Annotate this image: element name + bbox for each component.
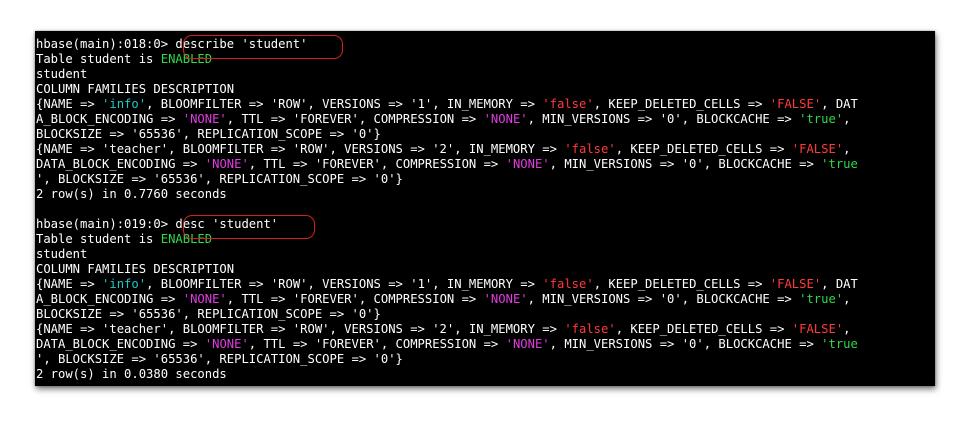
terminal-text-segment: 'false': [564, 142, 616, 156]
terminal-text-segment: {NAME =>: [36, 97, 103, 111]
terminal-line: student: [36, 67, 858, 82]
terminal-line: BLOCKSIZE => '65536', REPLICATION_SCOPE …: [36, 127, 858, 142]
terminal-text-segment: , MIN_VERSIONS => '0', BLOCKCACHE =>: [549, 337, 822, 351]
terminal-text-segment: {NAME => 'teacher', BLOOMFILTER => 'ROW'…: [36, 322, 565, 336]
terminal-text-segment: , BLOOMFILTER => 'ROW', VERSIONS => '1',…: [146, 277, 543, 291]
terminal-text-segment: , DAT: [821, 277, 858, 291]
terminal-line: COLUMN FAMILIES DESCRIPTION: [36, 262, 858, 277]
terminal-text-segment: Table student is: [36, 52, 161, 66]
terminal-text-segment: student: [36, 247, 88, 261]
terminal-line: A_BLOCK_ENCODING => 'NONE', TTL => 'FORE…: [36, 292, 858, 307]
terminal-text-segment: hbase(main):018:0> describe 'student': [36, 37, 308, 51]
terminal-text-segment: , BLOOMFILTER => 'ROW', VERSIONS => '1',…: [146, 97, 543, 111]
terminal-text-segment: DATA_BLOCK_ENCODING =>: [36, 337, 205, 351]
terminal-text-segment: {NAME =>: [36, 277, 103, 291]
terminal-text-segment: 'FALSE': [769, 277, 822, 291]
terminal-line: A_BLOCK_ENCODING => 'NONE', TTL => 'FORE…: [36, 112, 858, 127]
terminal-text-segment: 'info': [102, 277, 147, 291]
terminal-text-segment: {NAME => 'teacher', BLOOMFILTER => 'ROW'…: [36, 142, 565, 156]
terminal-text-segment: hbase(main):019:0> desc 'student': [36, 217, 279, 231]
terminal-text-segment: COLUMN FAMILIES DESCRIPTION: [36, 82, 235, 96]
terminal-text-segment: 'FALSE': [769, 97, 822, 111]
terminal-text-segment: 'NONE': [204, 337, 249, 351]
terminal-text-segment: 'true': [799, 112, 844, 126]
terminal-text-segment: , DAT: [821, 97, 858, 111]
terminal-text-segment: ,: [843, 292, 851, 306]
terminal-line: ', BLOCKSIZE => '65536', REPLICATION_SCO…: [36, 172, 858, 187]
terminal-text-segment: 'NONE': [204, 157, 249, 171]
terminal-text-segment: , KEEP_DELETED_CELLS =>: [615, 142, 792, 156]
terminal-text-segment: ,: [843, 142, 851, 156]
terminal-line: ', BLOCKSIZE => '65536', REPLICATION_SCO…: [36, 352, 858, 367]
terminal-text-segment: 'true': [799, 292, 844, 306]
terminal-line: Table student is ENABLED: [36, 52, 858, 67]
terminal-text-segment: , MIN_VERSIONS => '0', BLOCKCACHE =>: [549, 157, 822, 171]
terminal-window[interactable]: hbase(main):018:0> describe 'student' Tab…: [35, 31, 935, 386]
terminal-text-segment: 2 row(s) in 0.7760 seconds: [36, 187, 227, 201]
terminal-text-segment: 'NONE': [182, 292, 227, 306]
terminal-line: DATA_BLOCK_ENCODING => 'NONE', TTL => 'F…: [36, 337, 858, 352]
terminal-text-segment: , TTL => 'FOREVER', COMPRESSION =>: [248, 337, 506, 351]
terminal-text-segment: student: [36, 67, 88, 81]
terminal-text-segment: ENABLED: [160, 52, 213, 66]
terminal-line: hbase(main):018:0> describe 'student': [36, 37, 858, 52]
terminal-line: student: [36, 247, 858, 262]
terminal-text-segment: 'NONE': [483, 292, 528, 306]
terminal-text-segment: 2 row(s) in 0.0380 seconds: [36, 367, 227, 381]
terminal-text-segment: BLOCKSIZE => '65536', REPLICATION_SCOPE …: [36, 127, 381, 141]
terminal-text-segment: 'NONE': [483, 112, 528, 126]
terminal-line: COLUMN FAMILIES DESCRIPTION: [36, 82, 858, 97]
terminal-text-segment: 'NONE': [505, 157, 550, 171]
terminal-text-segment: 'info': [102, 97, 147, 111]
terminal-line: DATA_BLOCK_ENCODING => 'NONE', TTL => 'F…: [36, 157, 858, 172]
terminal-text-segment: A_BLOCK_ENCODING =>: [36, 112, 183, 126]
terminal-text-segment: BLOCKSIZE => '65536', REPLICATION_SCOPE …: [36, 307, 381, 321]
terminal-output: hbase(main):018:0> describe 'student' Tab…: [36, 37, 858, 382]
terminal-text-segment: DATA_BLOCK_ENCODING =>: [36, 157, 205, 171]
terminal-text-segment: 'true: [821, 157, 858, 171]
terminal-text-segment: , MIN_VERSIONS => '0', BLOCKCACHE =>: [527, 292, 800, 306]
terminal-text-segment: 'true: [821, 337, 858, 351]
terminal-text-segment: , TTL => 'FOREVER', COMPRESSION =>: [226, 112, 484, 126]
terminal-text-segment: A_BLOCK_ENCODING =>: [36, 292, 183, 306]
terminal-text-segment: 'false': [542, 277, 594, 291]
terminal-line: 2 row(s) in 0.0380 seconds: [36, 367, 858, 382]
terminal-line: 2 row(s) in 0.7760 seconds: [36, 187, 858, 202]
terminal-text-segment: ,: [843, 322, 851, 336]
terminal-text-segment: ,: [843, 112, 851, 126]
terminal-text-segment: Table student is: [36, 232, 161, 246]
terminal-line: {NAME => 'teacher', BLOOMFILTER => 'ROW'…: [36, 322, 858, 337]
terminal-text-segment: ', BLOCKSIZE => '65536', REPLICATION_SCO…: [36, 352, 403, 366]
terminal-text-segment: ENABLED: [160, 232, 213, 246]
terminal-text-segment: , KEEP_DELETED_CELLS =>: [615, 322, 792, 336]
terminal-line: {NAME => 'info', BLOOMFILTER => 'ROW', V…: [36, 277, 858, 292]
terminal-text-segment: , TTL => 'FOREVER', COMPRESSION =>: [248, 157, 506, 171]
terminal-text-segment: 'FALSE': [791, 142, 844, 156]
terminal-line: Table student is ENABLED: [36, 232, 858, 247]
terminal-text-segment: , KEEP_DELETED_CELLS =>: [593, 277, 770, 291]
terminal-text-segment: 'false': [542, 97, 594, 111]
terminal-text-segment: ', BLOCKSIZE => '65536', REPLICATION_SCO…: [36, 172, 403, 186]
terminal-line: {NAME => 'info', BLOOMFILTER => 'ROW', V…: [36, 97, 858, 112]
terminal-line: {NAME => 'teacher', BLOOMFILTER => 'ROW'…: [36, 142, 858, 157]
terminal-text-segment: 'FALSE': [791, 322, 844, 336]
terminal-text-segment: 'false': [564, 322, 616, 336]
terminal-text-segment: , TTL => 'FOREVER', COMPRESSION =>: [226, 292, 484, 306]
terminal-text-segment: 'NONE': [182, 112, 227, 126]
terminal-text-segment: COLUMN FAMILIES DESCRIPTION: [36, 262, 235, 276]
terminal-text-segment: , KEEP_DELETED_CELLS =>: [593, 97, 770, 111]
terminal-text-segment: 'NONE': [505, 337, 550, 351]
terminal-text-segment: , MIN_VERSIONS => '0', BLOCKCACHE =>: [527, 112, 800, 126]
terminal-line: BLOCKSIZE => '65536', REPLICATION_SCOPE …: [36, 307, 858, 322]
terminal-line: hbase(main):019:0> desc 'student': [36, 217, 858, 232]
